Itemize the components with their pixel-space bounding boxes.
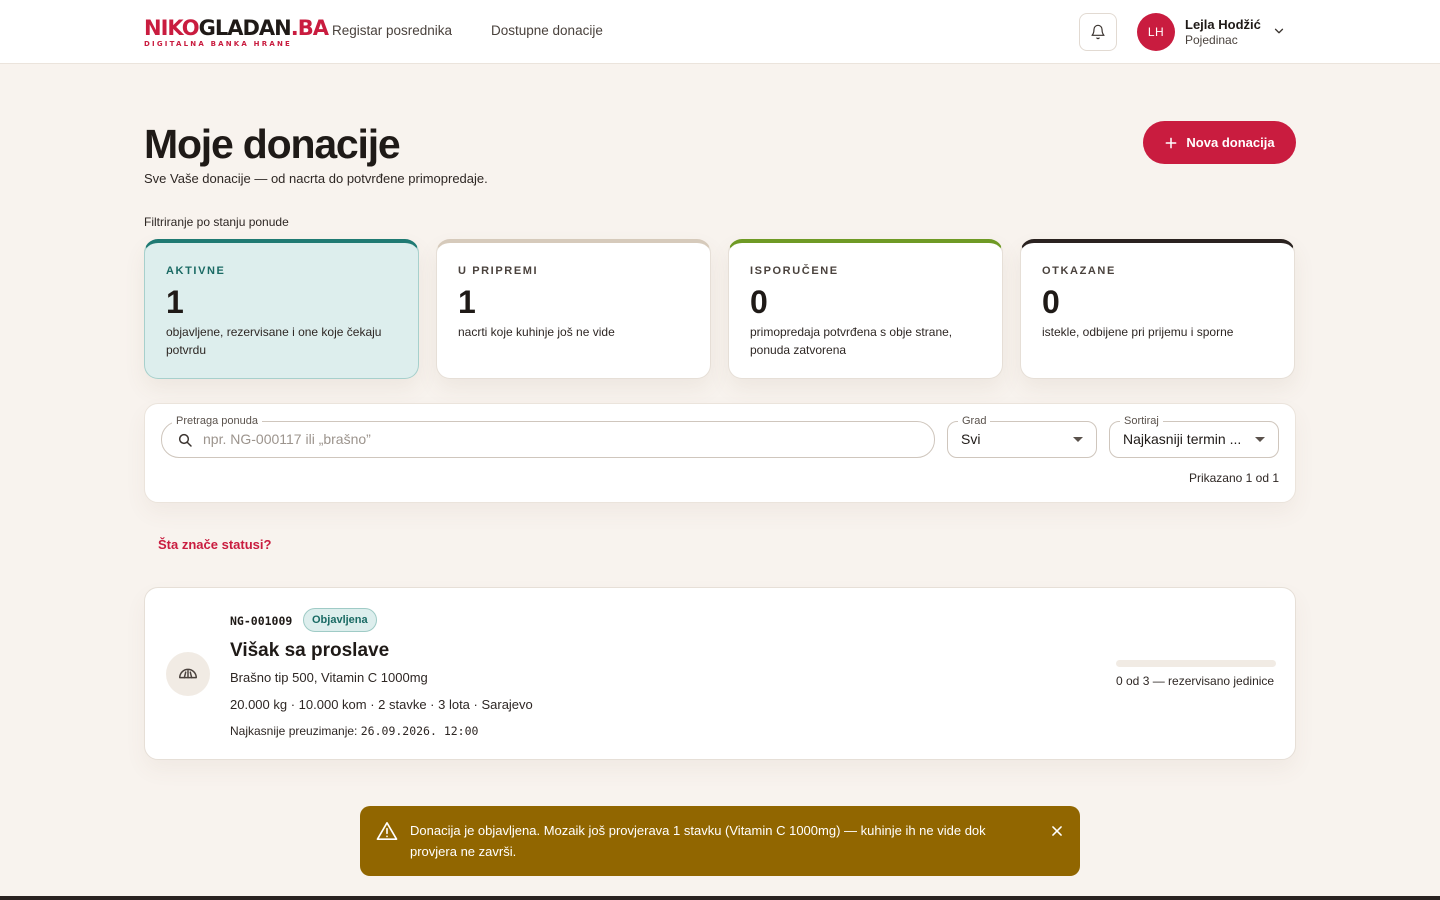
reservation-progress-bar xyxy=(1116,660,1276,667)
donation-code: NG-001009 xyxy=(230,614,293,628)
new-donation-label: Nova donacija xyxy=(1186,135,1275,150)
footer-edge xyxy=(0,896,1440,900)
sort-select-value: Najkasniji termin ... xyxy=(1123,431,1242,447)
search-input[interactable] xyxy=(203,431,903,447)
logo-tagline: DIGITALNA BANKA HRANE xyxy=(144,40,292,48)
results-count: Prikazano 1 od 1 xyxy=(1188,471,1279,485)
chevron-down-icon[interactable] xyxy=(1272,24,1286,38)
donation-items: Brašno tip 500, Vitamin C 1000mg xyxy=(230,670,428,685)
user-name[interactable]: Lejla Hodžić xyxy=(1185,17,1261,32)
bread-icon xyxy=(166,652,210,696)
avatar[interactable]: LH xyxy=(1137,13,1175,51)
status-help-link[interactable]: Šta znače statusi? xyxy=(158,537,271,552)
toast-notification: Donacija je objavljena. Mozaik još provj… xyxy=(360,806,1080,876)
plus-icon xyxy=(1165,137,1177,148)
page-subtitle: Sve Vaše donacije — od nacrta do potvrđe… xyxy=(144,171,488,186)
filter-card-label: OTKAZANE xyxy=(1042,265,1116,277)
filter-card-aktivne[interactable]: AKTIVNE 1 objavljene, rezervisane i one … xyxy=(144,239,419,379)
logo-wordmark: NIKOGLADAN.BA xyxy=(144,16,329,40)
close-icon[interactable] xyxy=(1048,822,1066,840)
deadline-value: 26.09.2026. 12:00 xyxy=(360,724,479,738)
filter-card-count: 1 xyxy=(458,284,476,320)
filter-card-count: 0 xyxy=(750,284,768,320)
city-select[interactable]: Grad Svi xyxy=(947,414,1097,458)
filter-card-isporucene[interactable]: ISPORUČENE 0 primopredaja potvrđena s ob… xyxy=(728,239,1003,379)
filter-card-label: AKTIVNE xyxy=(166,265,226,277)
city-select-label: Grad xyxy=(958,414,991,428)
deadline-label: Najkasnije preuzimanje: xyxy=(230,724,358,738)
sort-select-label: Sortiraj xyxy=(1120,414,1163,428)
filter-label: Filtriranje po stanju ponude xyxy=(144,215,289,229)
search-icon xyxy=(178,433,192,447)
filter-card-label: U PRIPREMI xyxy=(458,265,539,277)
warning-icon xyxy=(376,822,398,840)
caret-down-icon xyxy=(1073,437,1083,442)
search-panel: Pretraga ponuda Grad Svi Sortiraj Najkas… xyxy=(144,403,1296,503)
bell-icon xyxy=(1091,24,1105,40)
notifications-button[interactable] xyxy=(1079,13,1117,51)
nav-link-registar-posrednika[interactable]: Registar posrednika xyxy=(332,23,452,38)
filter-card-desc: objavljene, rezervisane i one koje čekaj… xyxy=(166,325,382,357)
filter-card-desc: istekle, odbijene pri prijemu i sporne xyxy=(1042,325,1234,339)
logo[interactable]: NIKOGLADAN.BA DIGITALNA BANKA HRANE xyxy=(144,16,329,48)
donation-deadline: Najkasnije preuzimanje: 26.09.2026. 12:0… xyxy=(230,724,478,738)
sort-select[interactable]: Sortiraj Najkasniji termin ... xyxy=(1109,414,1279,458)
filter-card-label: ISPORUČENE xyxy=(750,265,839,277)
user-role: Pojedinac xyxy=(1185,33,1238,47)
donation-title[interactable]: Višak sa proslave xyxy=(230,640,389,662)
filter-card-desc: nacrti koje kuhinje još ne vide xyxy=(458,325,615,339)
nav-link-dostupne-donacije[interactable]: Dostupne donacije xyxy=(491,23,603,38)
filter-card-count: 0 xyxy=(1042,284,1060,320)
caret-down-icon xyxy=(1255,437,1265,442)
donation-meta: 20.000 kg · 10.000 kom · 2 stavke · 3 lo… xyxy=(230,697,533,712)
toast-message: Donacija je objavljena. Mozaik još provj… xyxy=(410,823,986,859)
filter-card-desc: primopredaja potvrđena s obje strane, po… xyxy=(750,325,953,357)
search-field[interactable]: Pretraga ponuda xyxy=(161,414,935,458)
city-select-value: Svi xyxy=(961,431,981,447)
top-header: NIKOGLADAN.BA DIGITALNA BANKA HRANE Regi… xyxy=(0,0,1440,64)
filter-card-otkazane[interactable]: OTKAZANE 0 istekle, odbijene pri prijemu… xyxy=(1020,239,1295,379)
page-title: Moje donacije xyxy=(144,121,401,167)
status-badge: Objavljena xyxy=(303,608,377,632)
donation-card[interactable]: NG-001009 Objavljena Višak sa proslave B… xyxy=(144,587,1296,760)
new-donation-button[interactable]: Nova donacija xyxy=(1143,121,1296,164)
reservation-progress-label: 0 od 3 — rezervisano jedinice xyxy=(1116,674,1275,688)
filter-card-u-pripremi[interactable]: U PRIPREMI 1 nacrti koje kuhinje još ne … xyxy=(436,239,711,379)
filter-card-count: 1 xyxy=(166,284,184,320)
search-field-label: Pretraga ponuda xyxy=(172,414,262,428)
